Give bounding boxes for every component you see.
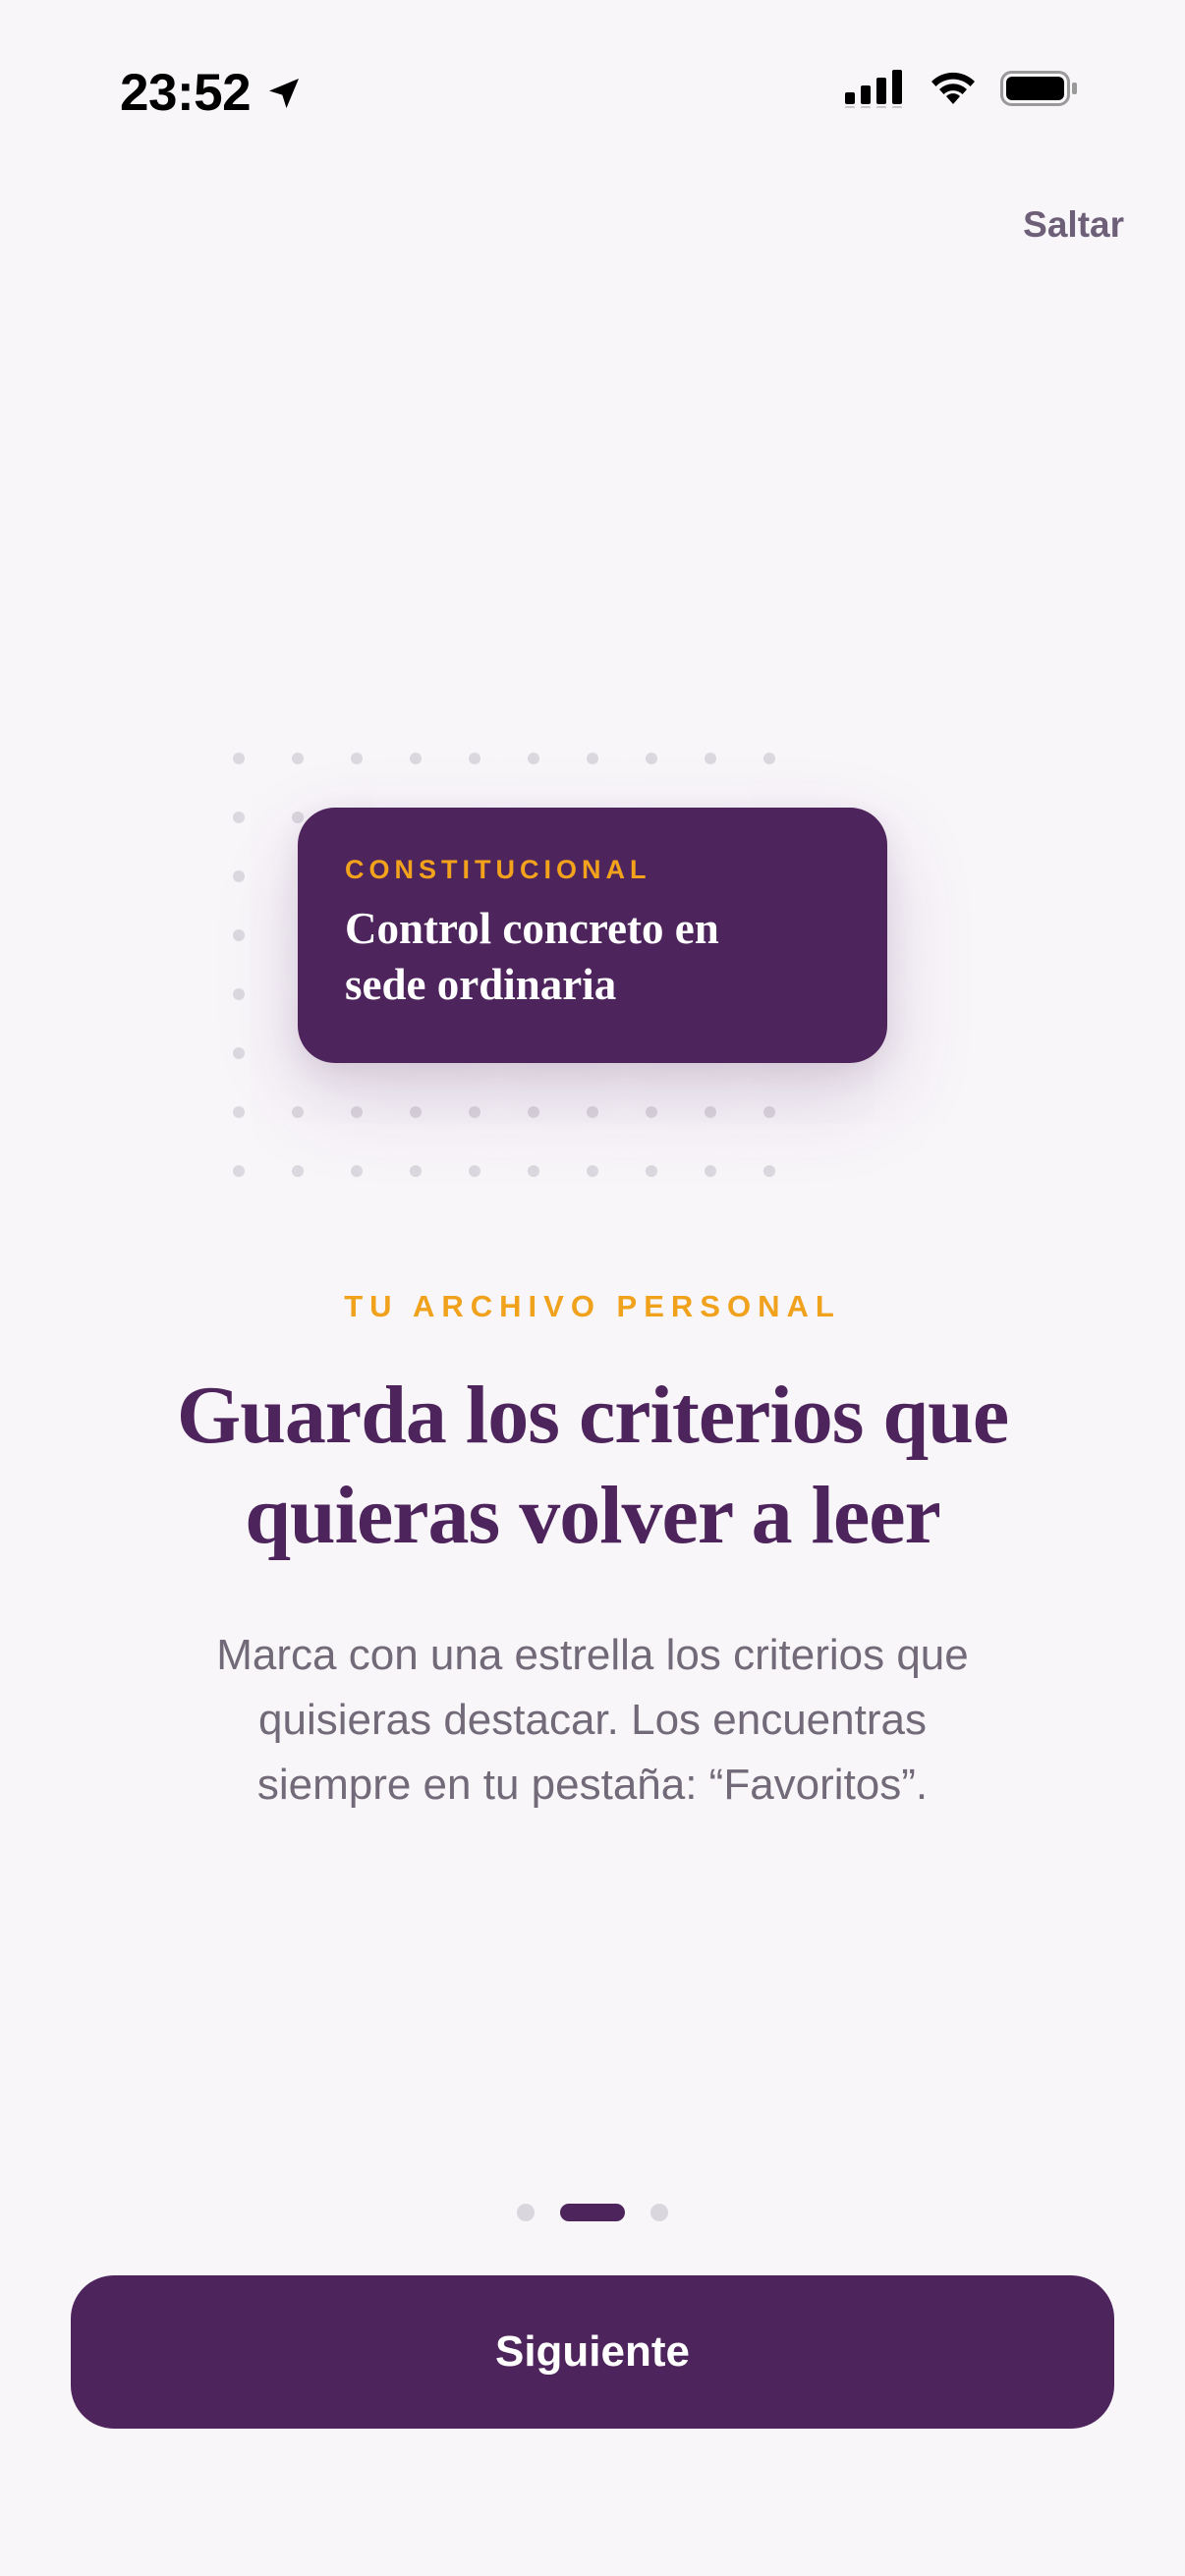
cellular-signal-icon [845,70,902,108]
page-dot-1[interactable] [517,2204,535,2221]
description-line-3: siempre en tu pestaña: “Favoritos”. [256,1761,929,1809]
section-eyebrow: TU ARCHIVO PERSONAL [344,1289,841,1323]
page-indicator [0,2204,1185,2221]
sample-criterion-card: CONSTITUCIONAL Control concreto en sede … [298,808,887,1063]
status-bar-indicators [845,69,1079,108]
page-dot-3[interactable] [650,2204,668,2221]
card-title: Control concreto en sede ordinaria [345,901,840,1013]
page-dot-2-active[interactable] [560,2204,625,2221]
status-time-text: 23:52 [120,64,252,122]
description-line-2: quisieras destacar. Los encuentras [258,1696,927,1744]
card-title-line-1: Control concreto en [345,904,719,953]
page-title: Guarda los criterios que quieras volver … [98,1366,1087,1566]
wifi-icon [931,72,975,104]
next-button[interactable]: Siguiente [71,2275,1114,2429]
battery-icon [1000,71,1077,106]
card-category: CONSTITUCIONAL [345,855,651,884]
status-bar-time: 23:52 [120,63,304,123]
skip-button[interactable]: Saltar [1023,204,1124,246]
title-line-1: Guarda los criterios que [176,1370,1009,1461]
card-title-line-2: sede ordinaria [345,960,617,1009]
description: Marca con una estrella los criterios que… [128,1623,1057,1818]
title-line-2: quieras volver a leer [245,1470,941,1561]
description-line-1: Marca con una estrella los criterios que [216,1631,969,1679]
location-arrow-icon [269,78,300,108]
